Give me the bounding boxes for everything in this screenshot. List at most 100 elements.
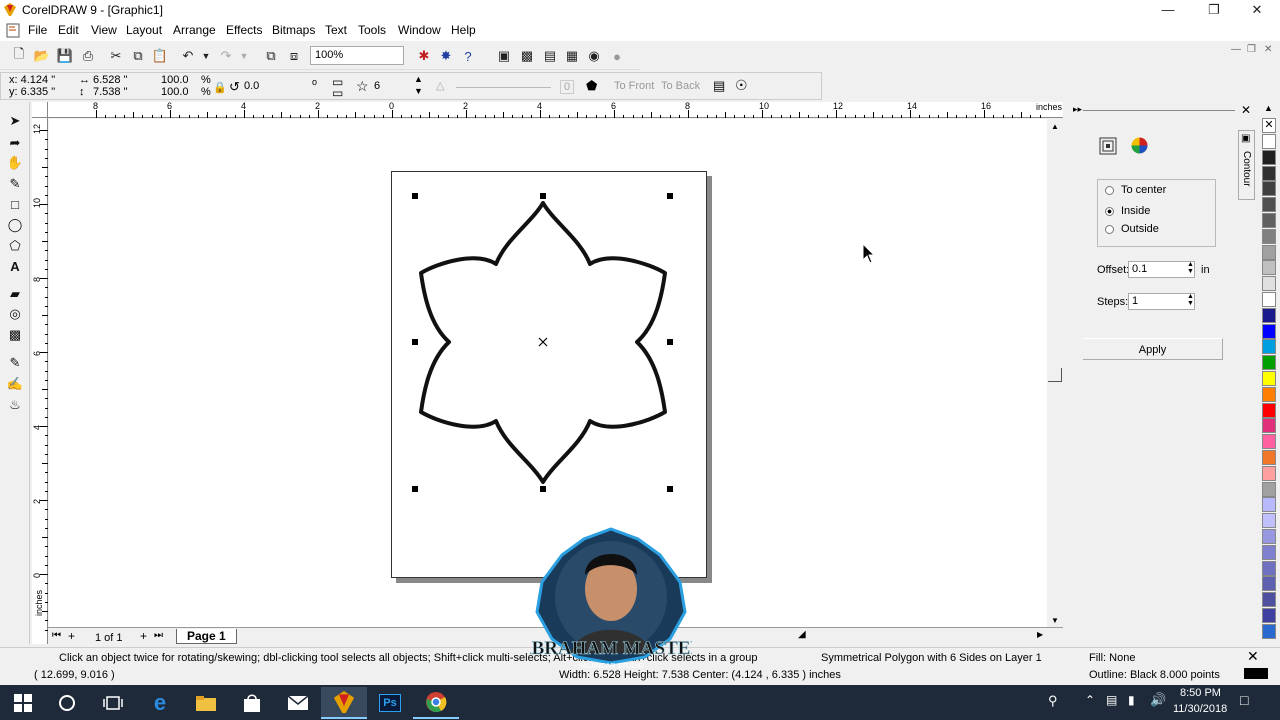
toolbar-icon-3[interactable]: ▤ [540,46,560,66]
last-page-icon[interactable]: ⏭ [154,630,163,641]
steps-input[interactable]: 1 [1128,293,1195,310]
color-swatch[interactable] [1262,244,1276,260]
windows-start-icon[interactable] [0,687,46,719]
file-explorer-icon[interactable] [183,687,229,719]
scale-x-value[interactable]: 100.0 [161,74,189,86]
docker-tab-contour[interactable]: ▣ Contour [1238,130,1255,200]
color-swatch[interactable] [1262,529,1276,544]
toolbar-icon-4[interactable]: ▦ [562,46,582,66]
close-button[interactable]: ✕ [1234,0,1280,20]
zoom-level-select[interactable]: 100% [310,46,404,65]
sides-spin-up-icon[interactable]: ▲ [414,74,423,84]
color-swatch[interactable] [1262,497,1276,513]
corel-online-icon[interactable]: ✱ [414,46,434,66]
menu-layout[interactable]: Layout [126,23,162,37]
color-swatch[interactable] [1262,339,1276,355]
add-page-after-icon[interactable]: + [140,629,147,643]
color-swatch[interactable] [1262,181,1276,197]
ellipse-tool-icon[interactable]: ◯ [5,216,25,234]
docker-close-icon[interactable]: ✕ [1241,103,1251,117]
docker-expand-icon[interactable]: ▸▸ [1073,104,1082,115]
import-icon[interactable]: ⧉ [261,46,281,66]
contour-colors-icon[interactable] [1130,136,1149,155]
document-icon[interactable] [6,23,20,38]
apply-button[interactable]: Apply [1083,338,1223,360]
color-swatch[interactable] [1262,260,1276,276]
symmetrical-polygon[interactable] [400,185,690,500]
new-icon[interactable]: 🗋 [9,46,29,66]
selection-handle[interactable] [667,339,673,345]
color-swatch[interactable] [1262,513,1276,529]
shape-tool-icon[interactable]: ➦ [5,134,25,152]
number-of-sides-value[interactable]: 6 [374,80,380,92]
color-swatch[interactable] [1262,623,1276,639]
menu-edit[interactable]: Edit [58,23,79,37]
color-swatch[interactable] [1262,402,1276,418]
mdi-restore-button[interactable]: ❐ [1247,44,1256,55]
height-value[interactable]: 7.538 " [93,86,128,98]
whats-this-icon[interactable]: ? [458,46,478,66]
color-swatch[interactable] [1262,465,1276,481]
eyedropper-tool-icon[interactable]: ✎ [5,354,25,372]
mirror-vertical-icon[interactable]: ▭ [332,86,343,100]
scale-y-value[interactable]: 100.0 [161,86,189,98]
no-fill-icon[interactable]: ✕ [1247,648,1259,665]
color-swatch[interactable] [1262,371,1276,386]
people-icon[interactable]: ⚲ [1048,693,1058,709]
mdi-close-button[interactable]: ✕ [1264,44,1272,55]
selection-handle[interactable] [667,486,673,492]
undo-dropdown-icon[interactable]: ▼ [196,46,216,66]
outline-color-swatch[interactable] [1244,668,1268,679]
zoom-pan-tool-icon[interactable]: ✋ [5,154,25,172]
mdi-minimize-button[interactable]: — [1231,44,1241,55]
minimize-button[interactable]: — [1145,0,1191,20]
sharpness-slider[interactable] [456,87,551,88]
ruler-origin[interactable] [32,102,48,118]
menu-tools[interactable]: Tools [358,23,386,37]
color-swatch[interactable] [1262,213,1276,228]
color-swatch[interactable] [1262,608,1276,623]
clock-time[interactable]: 8:50 PM [1180,687,1221,699]
to-front-button[interactable]: To Front [614,80,654,92]
menu-view[interactable]: View [91,23,117,37]
color-swatch[interactable] [1262,276,1276,292]
scroll-thumb[interactable] [1048,368,1062,382]
wrap-paragraph-text-icon[interactable]: ▤ [713,78,725,94]
selection-handle[interactable] [540,486,546,492]
paste-icon[interactable]: 📋 [150,46,170,66]
pick-tool-icon[interactable]: ➤ [5,112,25,130]
menu-effects[interactable]: Effects [226,23,262,37]
volume-icon[interactable]: 🔊 [1150,692,1166,708]
tab-page-1[interactable]: Page 1 [176,629,237,644]
mail-icon[interactable] [275,687,321,719]
sides-spin-down-icon[interactable]: ▼ [414,86,423,96]
steps-spin-icon[interactable]: ▲ ▼ [1187,293,1194,307]
to-center-radio[interactable] [1105,186,1114,195]
restore-button[interactable]: ❐ [1191,0,1237,20]
color-swatch[interactable] [1262,418,1276,434]
print-icon[interactable]: ⎙ [78,46,98,66]
outline-tool-icon[interactable]: ✍ [5,375,25,393]
toolbar-icon-5[interactable]: ◉ [584,46,604,66]
horizontal-ruler[interactable]: 8 6 4 2 0 2 4 6 8 10 12 14 16 [48,101,1063,118]
polygon-star-icon[interactable]: ☆ [356,78,369,95]
color-swatch[interactable] [1262,134,1276,149]
convert-to-curves-icon[interactable]: ⬟ [586,78,597,94]
coreldraw-taskbar-icon[interactable] [321,687,367,719]
rectangle-tool-icon[interactable]: □ [5,195,25,213]
vertical-ruler[interactable]: 12 10 8 6 4 2 0 [32,118,48,644]
toolbar-icon-1[interactable]: ▣ [494,46,514,66]
color-swatch[interactable] [1262,560,1276,576]
transparency-tool-icon[interactable]: ▩ [5,326,25,344]
to-back-button[interactable]: To Back [661,80,700,92]
first-page-icon[interactable]: ⏮ [52,630,61,641]
action-center-icon[interactable]: □ [1240,692,1248,708]
color-swatch[interactable] [1262,592,1276,608]
offset-spin-icon[interactable]: ▲ ▼ [1187,261,1194,275]
cut-icon[interactable]: ✂ [106,46,126,66]
offset-input[interactable]: 0.1 [1128,261,1195,278]
export-icon[interactable]: ⧈ [284,46,304,66]
color-swatch[interactable] [1262,544,1276,560]
color-swatch[interactable] [1262,307,1276,323]
open-icon[interactable]: 📂 [32,46,52,66]
